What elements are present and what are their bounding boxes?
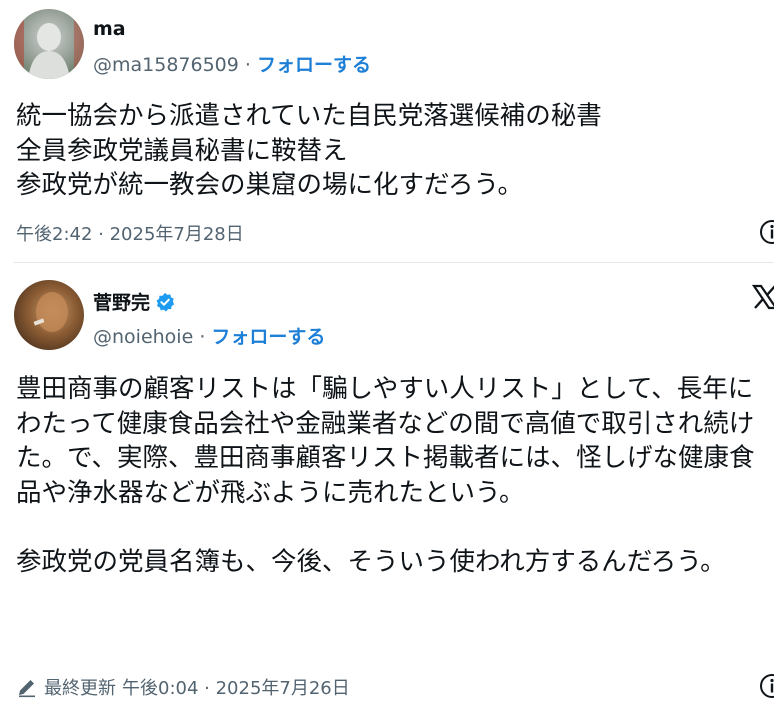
author-name[interactable]: 菅野完 xyxy=(93,288,150,315)
follow-button[interactable]: フォローする xyxy=(211,326,325,348)
follow-button[interactable]: フォローする xyxy=(257,54,371,76)
separator: · xyxy=(244,54,251,76)
tweet-timestamp[interactable]: 最終更新 午後0:04 · 2025年7月26日 xyxy=(16,674,350,700)
author-handle[interactable]: @ma15876509 xyxy=(93,54,239,76)
tweet-text: 統一協会から派遣されていた自民党落選候補の秘書 全員参政党議員秘書に鞍替え 参政… xyxy=(16,101,602,200)
verified-badge-icon xyxy=(156,292,175,312)
author-name-row: 菅野完 xyxy=(93,288,175,315)
timestamp-text[interactable]: 午後2:42 · 2025年7月28日 xyxy=(16,220,244,246)
handle-row: @noiehoie · フォローする xyxy=(93,322,325,349)
avatar[interactable] xyxy=(14,280,84,350)
separator: · xyxy=(199,326,206,348)
info-icon[interactable] xyxy=(758,672,774,700)
x-logo-icon[interactable] xyxy=(752,284,774,310)
edited-label: 最終更新 xyxy=(44,678,116,699)
author-name-row: ma xyxy=(93,18,126,40)
author-name[interactable]: ma xyxy=(93,18,126,40)
author-handle[interactable]: @noiehoie xyxy=(93,326,193,348)
timestamp-text[interactable]: 午後0:04 · 2025年7月26日 xyxy=(122,674,350,700)
pencil-icon xyxy=(19,680,35,698)
divider xyxy=(14,262,774,263)
tweet-card: ma @ma15876509 · フォローする 統一協会から派遣されていた自民党… xyxy=(0,0,774,262)
tweet-timestamp[interactable]: 午後2:42 · 2025年7月28日 xyxy=(16,220,244,246)
avatar[interactable] xyxy=(14,9,84,79)
tweet-card: 菅野完 @noiehoie · フォローする 豊田商事の顧客リストは「騙しやすい… xyxy=(0,264,774,706)
tweet-text: 豊田商事の顧客リストは「騙しやすい人リスト」として、長年にわたって健康食品会社や… xyxy=(16,374,755,577)
handle-row: @ma15876509 · フォローする xyxy=(93,50,371,77)
info-icon[interactable] xyxy=(758,218,774,246)
